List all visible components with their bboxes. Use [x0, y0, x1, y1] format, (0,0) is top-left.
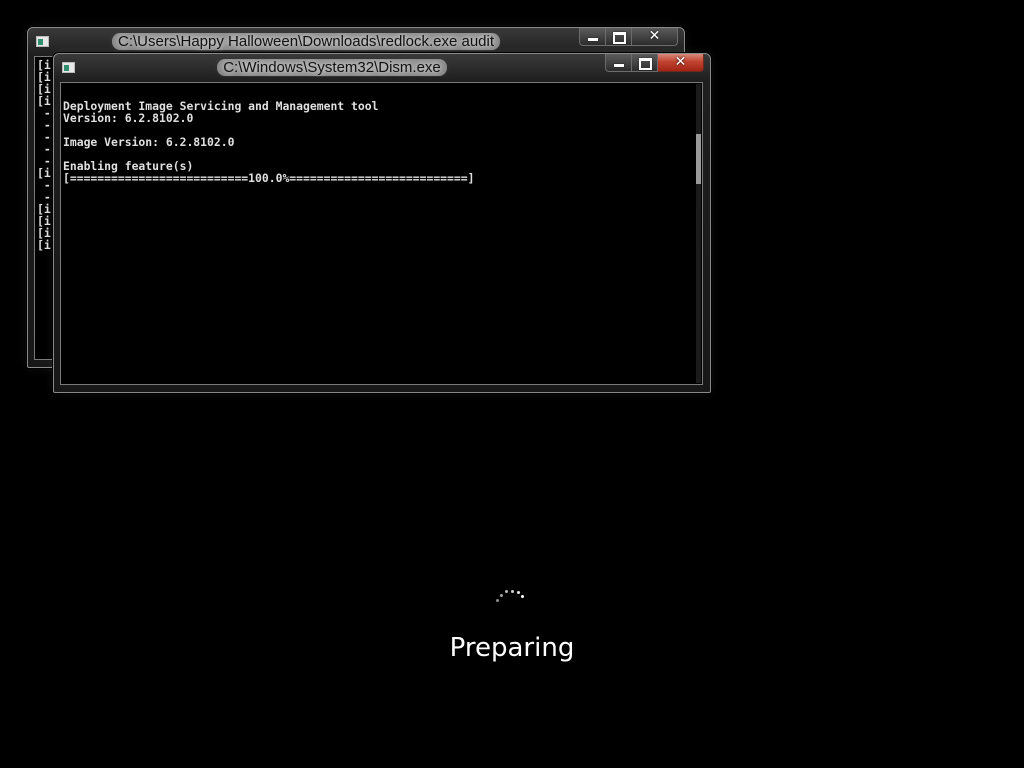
console-app-icon[interactable] [36, 36, 49, 47]
maximize-icon [639, 58, 652, 70]
minimize-button[interactable] [579, 28, 606, 46]
console-scrollbar[interactable] [696, 84, 701, 383]
loading-spinner-icon [493, 585, 529, 613]
desktop-screen: C:\Users\Happy Halloween\Downloads\redlo… [0, 0, 1024, 768]
window-title: C:\Users\Happy Halloween\Downloads\redlo… [68, 33, 544, 51]
console-output-area[interactable]: Deployment Image Servicing and Managemen… [60, 82, 703, 385]
spinner-dot [520, 595, 524, 599]
caption-buttons: ✕ [605, 54, 704, 73]
window-title: C:\Windows\System32\Dism.exe [94, 59, 570, 77]
spinner-dot [516, 591, 520, 595]
minimize-icon [614, 64, 624, 67]
dism-console-window[interactable]: C:\Windows\System32\Dism.exe ✕ Deploymen… [53, 53, 711, 393]
console-text: Deployment Image Servicing and Managemen… [63, 99, 475, 185]
maximize-button[interactable] [632, 54, 658, 72]
status-text: Preparing [449, 633, 575, 663]
close-icon: ✕ [674, 54, 687, 70]
spinner-dot [496, 598, 500, 602]
spinner-dot [504, 590, 508, 594]
caption-buttons: ✕ [579, 28, 678, 47]
window-titlebar[interactable]: C:\Windows\System32\Dism.exe ✕ [54, 54, 710, 80]
spinner-dot [510, 589, 514, 593]
close-button[interactable]: ✕ [658, 54, 704, 72]
window-titlebar[interactable]: C:\Users\Happy Halloween\Downloads\redlo… [28, 28, 684, 54]
maximize-icon [613, 32, 626, 44]
minimize-button[interactable] [605, 54, 632, 72]
close-button[interactable]: ✕ [632, 28, 678, 46]
close-icon: ✕ [648, 28, 661, 44]
console-app-icon[interactable] [62, 62, 75, 73]
minimize-icon [588, 38, 598, 41]
spinner-dot [499, 593, 503, 597]
maximize-button[interactable] [606, 28, 632, 46]
scrollbar-thumb[interactable] [696, 134, 701, 184]
